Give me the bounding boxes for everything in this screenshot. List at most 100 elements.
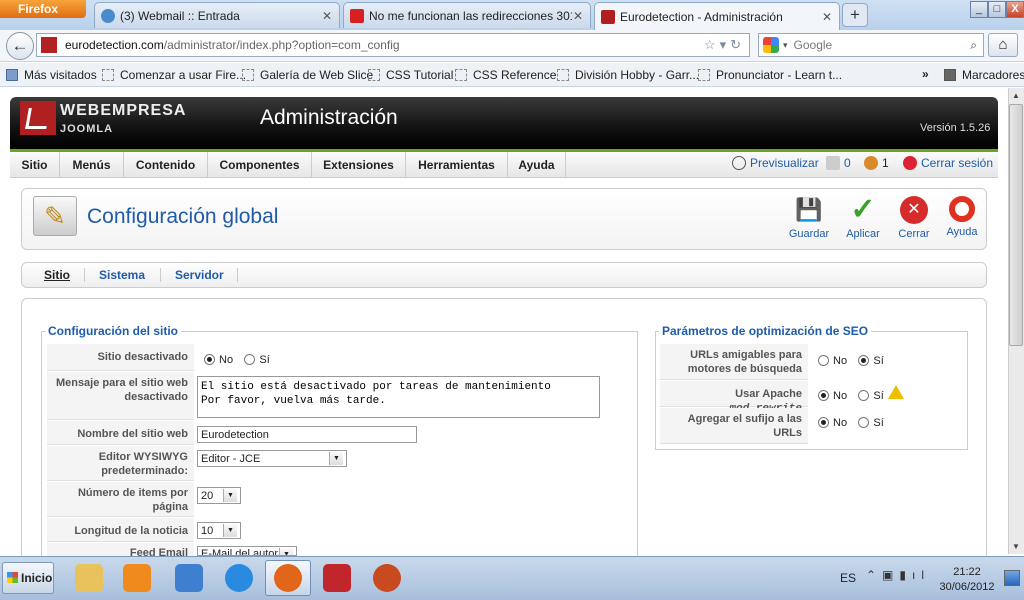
home-button[interactable]: ⌂	[988, 33, 1018, 57]
mod-rewrite-label: Usar Apache mod_rewrite	[660, 381, 808, 415]
feed-email-label: Feed Email	[47, 543, 194, 557]
bookmark-item[interactable]: Pronunciator - Learn t...	[698, 68, 842, 82]
back-button[interactable]: ←	[6, 32, 34, 60]
chevron-down-icon: ▼	[223, 489, 237, 502]
feed-email-select[interactable]: E-Mail del autor ▼	[197, 546, 297, 556]
apply-button[interactable]: ✓ Aplicar	[836, 195, 890, 241]
help-button[interactable]: Ayuda	[935, 196, 989, 238]
lifebuoy-icon	[949, 196, 975, 222]
search-icon[interactable]: ⌕	[970, 38, 977, 53]
chevron-down-icon[interactable]: ▾	[783, 40, 788, 51]
suffix-no-radio[interactable]	[818, 417, 829, 429]
offline-si-radio[interactable]	[244, 354, 256, 366]
page-icon	[368, 69, 380, 81]
close-icon[interactable]: ✕	[821, 10, 833, 24]
bookmark-label: Galería de Web Slice	[260, 68, 374, 82]
bookmarks-menu-button[interactable]: Marcadores	[944, 68, 1024, 82]
minimize-button[interactable]: _	[970, 1, 988, 18]
window-close-button[interactable]: X	[1006, 1, 1024, 18]
search-input[interactable]: ▾ Google ⌕	[758, 33, 984, 57]
start-button[interactable]: Inicio	[2, 562, 54, 594]
clock[interactable]: 21:22 30/06/2012	[935, 565, 999, 595]
bookmark-star-icon[interactable]: ☆▾↻	[704, 37, 745, 53]
tab-forum[interactable]: No me funcionan las redirecciones 301 - …	[343, 2, 591, 28]
sitename-input[interactable]: Eurodetection	[197, 426, 417, 443]
firefox-menu-button[interactable]: Firefox	[0, 0, 86, 18]
taskbar-utility[interactable]	[364, 560, 410, 596]
new-tab-button[interactable]: +	[842, 3, 868, 27]
bookmark-item[interactable]: División Hobby - Garr...	[557, 68, 699, 82]
tab-webmail[interactable]: (3) Webmail :: Entrada ✕	[94, 2, 340, 28]
suffix-si-radio[interactable]	[858, 417, 870, 429]
editor-select[interactable]: Editor - JCE ▼	[197, 450, 347, 467]
menu-ayuda[interactable]: Ayuda	[508, 152, 566, 178]
sef-si-radio[interactable]	[858, 355, 870, 367]
taskbar-ie[interactable]	[216, 560, 262, 596]
sef-no-radio[interactable]	[818, 355, 829, 367]
bookmark-item[interactable]: CSS Tutorial	[368, 68, 453, 82]
menu-herramientas[interactable]: Herramientas	[406, 152, 508, 178]
menu-extensiones[interactable]: Extensiones	[312, 152, 406, 178]
tab-sistema[interactable]: Sistema	[99, 268, 145, 282]
close-button[interactable]: ✕ Cerrar	[887, 196, 941, 240]
apply-label: Aplicar	[846, 228, 880, 240]
items-per-page-label: Número de items por página	[47, 482, 194, 517]
items-per-page-select[interactable]: 20 ▼	[197, 487, 241, 504]
scrollbar-thumb[interactable]	[1009, 104, 1023, 346]
messages-count[interactable]: 0	[826, 156, 851, 170]
preview-link[interactable]: Previsualizar	[732, 156, 819, 170]
close-icon[interactable]: ✕	[572, 9, 584, 23]
maximize-button[interactable]: □	[988, 1, 1006, 18]
bookmark-label: Más visitados	[24, 68, 97, 82]
news-length-select[interactable]: 10 ▼	[197, 522, 241, 539]
tab-sitio[interactable]: Sitio	[44, 268, 70, 282]
bookmark-item[interactable]: Galería de Web Slice	[242, 68, 373, 82]
editor-value: Editor - JCE	[201, 452, 261, 465]
tab-admin[interactable]: Eurodetection - Administración ✕	[594, 2, 840, 30]
taskbar-filezilla[interactable]	[314, 560, 360, 596]
save-button[interactable]: 💾 Guardar	[782, 196, 836, 240]
taskbar-firefox[interactable]	[265, 560, 311, 596]
show-desktop-button[interactable]	[1004, 570, 1020, 586]
filezilla-icon	[323, 564, 351, 592]
bookmark-item[interactable]: CSS Reference	[455, 68, 556, 82]
taskbar-paint[interactable]	[166, 560, 212, 596]
menu-menus[interactable]: Menús	[60, 152, 124, 178]
joomla-icon	[601, 9, 615, 24]
menu-componentes[interactable]: Componentes	[208, 152, 312, 178]
tab-servidor[interactable]: Servidor	[175, 268, 224, 282]
offline-message-textarea[interactable]	[197, 376, 600, 418]
system-tray-icons[interactable]: ⌃▣▮ıl	[866, 568, 930, 582]
webempresa-logo-icon	[20, 101, 56, 135]
bookmarks-overflow-button[interactable]: »	[922, 67, 929, 81]
media-player-icon	[123, 564, 151, 592]
bookmark-label: CSS Reference	[473, 68, 557, 82]
taskbar-media-player[interactable]	[114, 560, 160, 596]
magnifier-icon	[732, 156, 746, 170]
items-value: 20	[201, 489, 214, 502]
page-icon	[455, 69, 467, 81]
bookmark-item[interactable]: Comenzar a usar Fire...	[102, 68, 246, 82]
logout-link[interactable]: Cerrar sesión	[903, 156, 993, 170]
scroll-down-arrow-icon[interactable]: ▼	[1009, 540, 1023, 554]
rewrite-si-radio[interactable]	[858, 390, 870, 402]
offline-no-radio[interactable]	[204, 354, 215, 366]
floppy-disk-icon: 💾	[795, 197, 823, 222]
taskbar-explorer[interactable]	[66, 560, 112, 596]
url-bar[interactable]: eurodetection.com /administrator/index.p…	[36, 33, 750, 57]
sef-urls-label: URLs amigables para motores de búsqueda	[660, 344, 808, 380]
rewrite-no-radio[interactable]	[818, 390, 829, 402]
tab-divider	[84, 268, 85, 282]
ie-icon	[225, 564, 253, 592]
menu-contenido[interactable]: Contenido	[124, 152, 208, 178]
close-icon[interactable]: ✕	[321, 9, 333, 23]
rewrite-radio-group: No Sí	[818, 388, 892, 402]
scroll-up-arrow-icon[interactable]: ▲	[1009, 89, 1023, 103]
language-indicator[interactable]: ES	[840, 571, 856, 585]
menu-sitio[interactable]: Sitio	[10, 152, 60, 178]
users-count[interactable]: 1	[864, 156, 889, 170]
bookmark-most-visited[interactable]: Más visitados	[6, 68, 97, 82]
tab-divider	[160, 268, 161, 282]
brand-subname: JOOMLA	[60, 123, 114, 135]
clock-date: 30/06/2012	[939, 581, 995, 593]
